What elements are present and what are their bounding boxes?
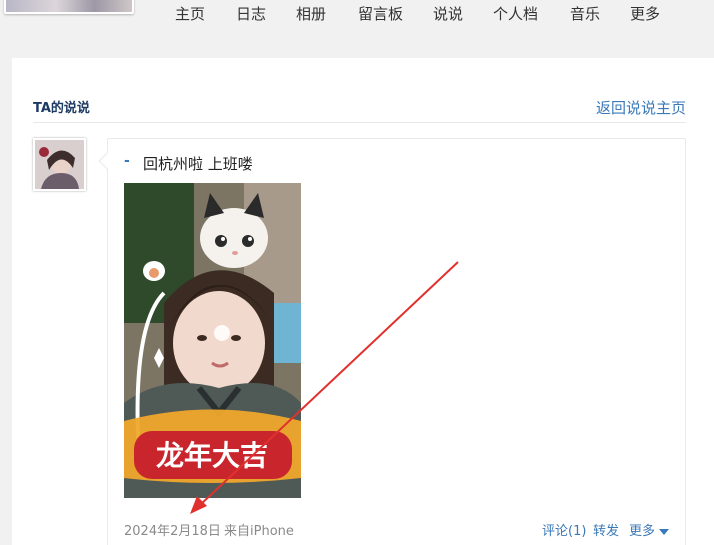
divider: [33, 122, 686, 123]
post-photo[interactable]: 龙年大吉: [124, 183, 301, 498]
back-to-shuoshuo-link[interactable]: 返回说说主页: [596, 97, 686, 118]
selfie-illustration: 龙年大吉: [124, 183, 301, 498]
main-panel: TA的说说 返回说说主页 - 回杭州啦 上班喽 龙年大吉 2024年2月18日 …: [12, 58, 714, 545]
avatar-photo: [35, 140, 84, 189]
nav-item-profile[interactable]: 个人档: [493, 3, 538, 24]
card-pointer: [98, 152, 116, 170]
nav-item-album[interactable]: 相册: [296, 3, 326, 24]
nav-item-shuoshuo[interactable]: 说说: [433, 3, 463, 24]
more-actions-label: 更多: [629, 524, 656, 539]
nav-item-guestbook[interactable]: 留言板: [358, 3, 403, 24]
caret-down-icon: [659, 528, 670, 535]
post-text: 回杭州啦 上班喽: [143, 155, 253, 173]
post-date: 2024年2月18日: [124, 524, 221, 539]
post-bullet: -: [124, 153, 130, 169]
main-nav: 主页 日志 相册 留言板 说说 个人档 音乐 更多: [0, 0, 714, 30]
section-title: TA的说说: [33, 101, 90, 116]
forward-button[interactable]: 转发: [593, 520, 619, 539]
nav-item-home[interactable]: 主页: [175, 3, 205, 24]
more-actions-button[interactable]: 更多: [629, 520, 670, 539]
sticker-text: 龙年大吉: [156, 439, 268, 472]
nav-item-blog[interactable]: 日志: [236, 3, 266, 24]
post-card: - 回杭州啦 上班喽 龙年大吉 2024年2月18日 来自iPhone 评论(1…: [98, 138, 686, 545]
nav-item-more[interactable]: 更多: [630, 3, 660, 24]
nav-item-music[interactable]: 音乐: [570, 3, 600, 24]
top-bar: 主页 日志 相册 留言板 说说 个人档 音乐 更多: [0, 0, 714, 38]
author-avatar[interactable]: [33, 138, 86, 191]
post-source: 来自iPhone: [224, 524, 294, 539]
comment-button[interactable]: 评论(1): [542, 520, 586, 539]
